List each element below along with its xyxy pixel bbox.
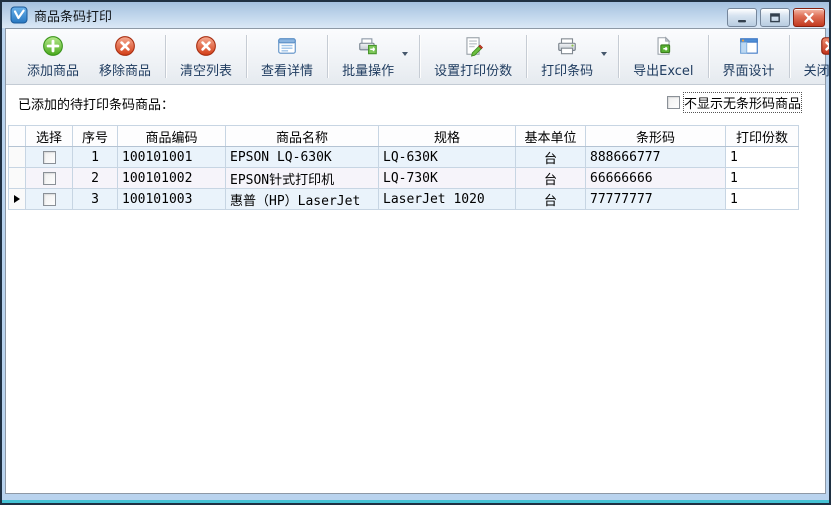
cell-name[interactable]: EPSON LQ-630K [226,147,379,168]
close-window-icon [819,35,831,57]
row-indicator-cell [9,168,26,189]
app-logo-icon [10,6,28,24]
cell-name[interactable]: 惠普（HP）LaserJet [226,189,379,210]
row-checkbox[interactable] [43,172,56,185]
table-header-row: 选择序号商品编码商品名称规格基本单位条形码打印份数 [9,126,799,147]
toolbar-separator [526,35,527,78]
toolbar-button-set-print-copies[interactable]: 设置打印份数 [424,29,522,84]
app-window: 商品条码打印 添加商品 移除商品 清空列表 查看详情 批量操作 设置打印份数 打… [0,0,831,505]
toolbar: 添加商品 移除商品 清空列表 查看详情 批量操作 设置打印份数 打印条码 导出E… [6,29,825,85]
cell-copies[interactable]: 1 [726,189,799,210]
minimize-icon [735,12,749,24]
toolbar-button-ui-design[interactable]: 界面设计 [713,29,785,84]
product-table: 选择序号商品编码商品名称规格基本单位条形码打印份数 1100101001EPSO… [8,125,799,210]
table-row[interactable]: 1100101001EPSON LQ-630KLQ-630K台888666777… [9,147,799,168]
hide-no-barcode-filter: 不显示无条形码商品 [667,93,801,112]
current-row-arrow-icon [14,195,20,203]
cell-seq[interactable]: 3 [73,189,118,210]
cell-spec[interactable]: LaserJet 1020 [379,189,516,210]
window-controls [727,8,825,27]
cell-select [26,147,73,168]
batch-print-icon [357,35,379,57]
column-header-name[interactable]: 商品名称 [226,126,379,147]
toolbar-button-close-window[interactable]: 关闭窗口 [794,29,831,84]
minimize-button[interactable] [727,8,757,27]
window-title: 商品条码打印 [34,6,112,25]
title-bar[interactable]: 商品条码打印 [2,2,829,28]
dropdown-arrow-icon [402,52,408,56]
toolbar-button-add-product[interactable]: 添加商品 [17,29,89,84]
toolbar-button-export-excel[interactable]: 导出Excel [623,29,703,84]
cell-unit[interactable]: 台 [516,168,586,189]
maximize-button[interactable] [760,8,790,27]
toolbar-separator [789,35,790,78]
toolbar-separator [708,35,709,78]
column-header-select[interactable]: 选择 [26,126,73,147]
cell-select [26,189,73,210]
pending-list-label: 已添加的待打印条码商品： [18,94,174,113]
cell-unit[interactable]: 台 [516,147,586,168]
details-icon [276,35,298,57]
row-indicator-header [9,126,26,147]
maximize-icon [768,12,782,24]
toolbar-buttons: 添加商品 移除商品 清空列表 查看详情 批量操作 设置打印份数 打印条码 导出E… [17,29,831,84]
toolbar-separator [327,35,328,78]
toolbar-button-clear-list[interactable]: 清空列表 [170,29,242,84]
product-grid: 选择序号商品编码商品名称规格基本单位条形码打印份数 1100101001EPSO… [8,125,799,210]
edit-doc-icon [462,35,484,57]
toolbar-separator [419,35,420,78]
cell-barcode[interactable]: 66666666 [586,168,726,189]
add-circle-icon [42,35,64,57]
cell-copies[interactable]: 1 [726,168,799,189]
table-body: 1100101001EPSON LQ-630KLQ-630K台888666777… [9,147,799,210]
toolbar-button-remove-product[interactable]: 移除商品 [89,29,161,84]
hide-no-barcode-label[interactable]: 不显示无条形码商品 [684,93,801,112]
toolbar-button-print-barcode[interactable]: 打印条码 [531,29,614,84]
cell-code[interactable]: 100101003 [118,189,226,210]
column-header-copies[interactable]: 打印份数 [726,126,799,147]
column-header-code[interactable]: 商品编码 [118,126,226,147]
ui-design-icon [738,35,760,57]
clear-circle-icon [195,35,217,57]
dropdown-arrow-icon [601,52,607,56]
table-row[interactable]: 3100101003惠普（HP）LaserJetLaserJet 1020台77… [9,189,799,210]
export-excel-icon [652,35,674,57]
column-header-barcode[interactable]: 条形码 [586,126,726,147]
cell-name[interactable]: EPSON针式打印机 [226,168,379,189]
toolbar-separator [246,35,247,78]
close-button[interactable] [793,8,825,27]
cell-copies[interactable]: 1 [726,147,799,168]
cell-select [26,168,73,189]
toolbar-separator [618,35,619,78]
close-icon [802,12,816,24]
client-area: 添加商品 移除商品 清空列表 查看详情 批量操作 设置打印份数 打印条码 导出E… [5,28,826,494]
row-indicator-cell [9,189,26,210]
column-header-spec[interactable]: 规格 [379,126,516,147]
remove-circle-icon [114,35,136,57]
cell-unit[interactable]: 台 [516,189,586,210]
cell-spec[interactable]: LQ-730K [379,168,516,189]
cell-spec[interactable]: LQ-630K [379,147,516,168]
toolbar-separator [165,35,166,78]
cell-barcode[interactable]: 888666777 [586,147,726,168]
toolbar-button-view-details[interactable]: 查看详情 [251,29,323,84]
row-checkbox[interactable] [43,193,56,206]
table-row[interactable]: 2100101002EPSON针式打印机LQ-730K台666666661 [9,168,799,189]
cell-seq[interactable]: 2 [73,168,118,189]
cell-code[interactable]: 100101001 [118,147,226,168]
cell-code[interactable]: 100101002 [118,168,226,189]
hide-no-barcode-checkbox[interactable] [667,96,680,109]
printer-icon [556,35,578,57]
cell-barcode[interactable]: 77777777 [586,189,726,210]
column-header-seq[interactable]: 序号 [73,126,118,147]
column-header-unit[interactable]: 基本单位 [516,126,586,147]
toolbar-button-batch-operations[interactable]: 批量操作 [332,29,415,84]
cell-seq[interactable]: 1 [73,147,118,168]
row-indicator-cell [9,147,26,168]
row-checkbox[interactable] [43,151,56,164]
